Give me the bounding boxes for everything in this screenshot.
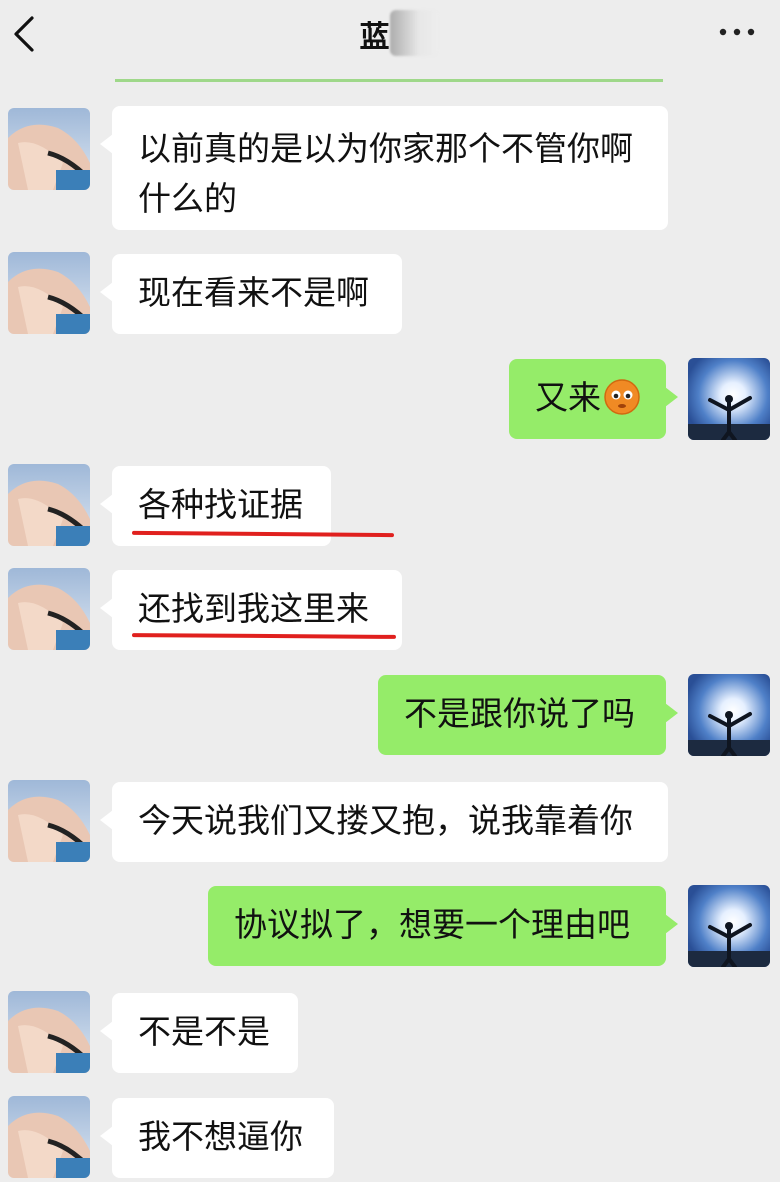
message-text: 还找到我这里来 — [138, 589, 369, 628]
message-text: 不是跟你说了吗 — [404, 694, 635, 733]
contact-avatar[interactable] — [8, 991, 90, 1073]
contact-avatar[interactable] — [8, 252, 90, 334]
message-text: 又来 — [535, 378, 601, 417]
contact-avatar[interactable] — [8, 568, 90, 650]
contact-avatar[interactable] — [8, 464, 90, 546]
contact-name: 蓝 — [359, 20, 391, 55]
contact-avatar[interactable] — [8, 780, 90, 862]
message-text: 不是不是 — [138, 1012, 270, 1051]
message-bubble-incoming[interactable]: 以前真的是以为你家那个不管你啊什么的 — [100, 106, 668, 230]
message-bubble-outgoing[interactable]: 协议拟了，想要一个理由吧 — [208, 886, 678, 966]
message-text: 我不想逼你 — [138, 1117, 303, 1156]
chat-header: 蓝 — [0, 0, 780, 70]
my-avatar[interactable] — [688, 358, 770, 440]
name-redaction-blur — [390, 10, 438, 56]
message-text: 今天说我们又搂又抱，说我靠着你 — [138, 801, 633, 840]
message-text: 各种找证据 — [138, 485, 303, 524]
contact-avatar[interactable] — [8, 108, 90, 190]
message-text: 协议拟了，想要一个理由吧 — [234, 905, 630, 944]
my-avatar[interactable] — [688, 885, 770, 967]
message-text: 以前真的是以为你家那个不管你啊什么的 — [138, 129, 633, 218]
message-bubble-incoming[interactable]: 现在看来不是啊 — [100, 254, 402, 334]
message-bubble-outgoing[interactable]: 又来 — [509, 359, 678, 439]
more-dots-icon — [719, 28, 755, 36]
message-bubble-incoming[interactable]: 今天说我们又搂又抱，说我靠着你 — [100, 782, 668, 862]
contact-avatar[interactable] — [8, 1096, 90, 1178]
message-bubble-incoming[interactable]: 不是不是 — [100, 993, 298, 1073]
more-button[interactable] — [718, 22, 758, 42]
chat-screen: 蓝 以前真的是以为你家那个不管你啊什么的 现在看来不是啊 又来 各种找证据 还找… — [0, 0, 780, 1182]
message-bubble-outgoing[interactable]: 不是跟你说了吗 — [378, 675, 678, 755]
orange-face-emoji — [604, 379, 640, 415]
message-text: 现在看来不是啊 — [138, 273, 369, 312]
message-bubble-incoming[interactable]: 我不想逼你 — [100, 1098, 334, 1178]
my-avatar[interactable] — [688, 674, 770, 756]
header-divider — [115, 79, 663, 82]
